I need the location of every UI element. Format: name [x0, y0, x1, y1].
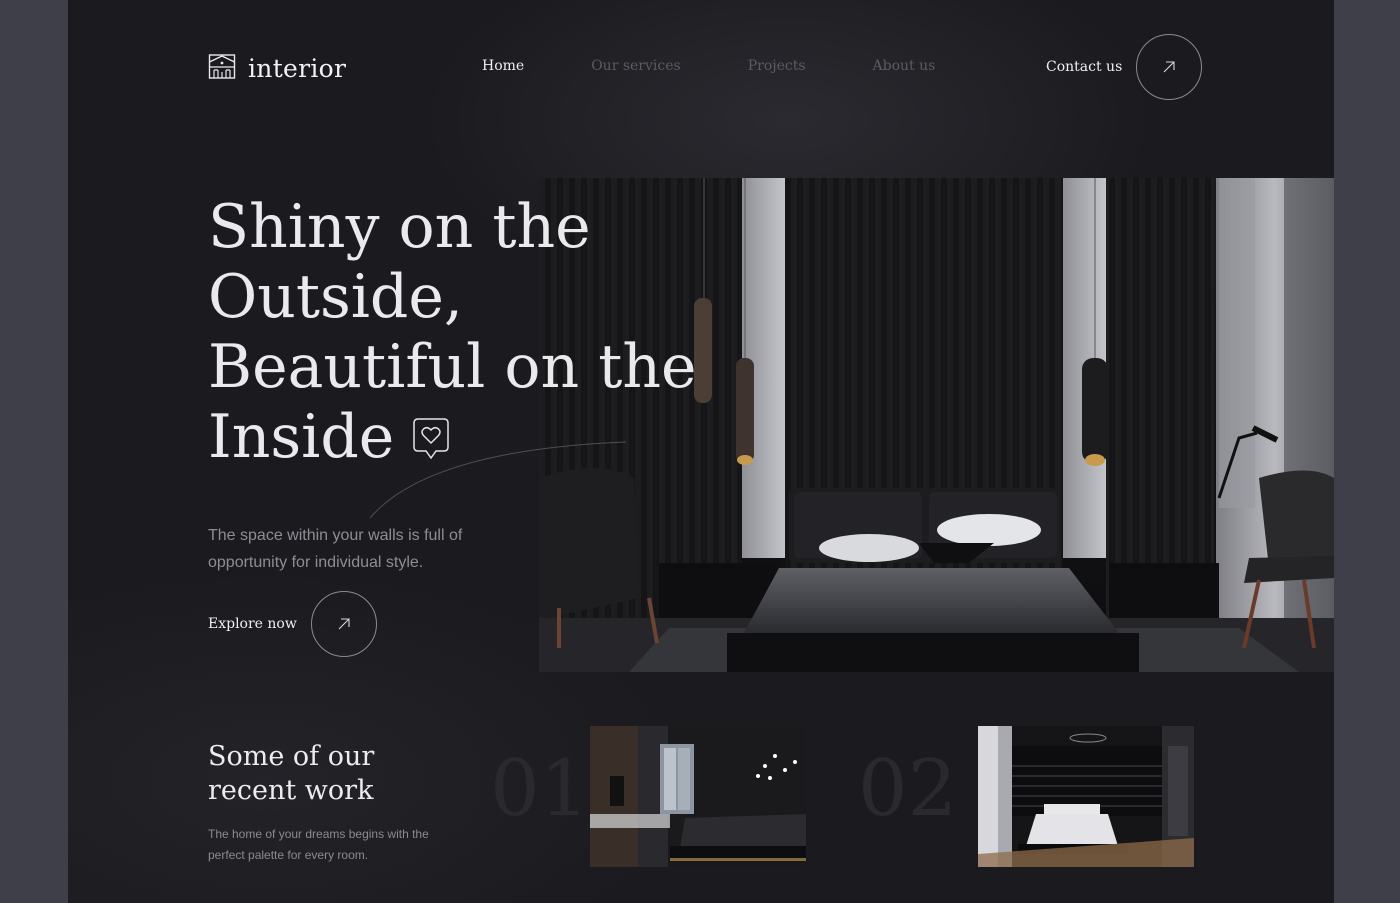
explore-circle-button[interactable]: [310, 591, 377, 657]
bedroom-black-walls-photo[interactable]: [978, 726, 1194, 867]
nav-item-home[interactable]: Home: [482, 58, 524, 74]
project-number: 01: [490, 744, 590, 834]
arrow-up-right-icon: [1163, 61, 1175, 73]
contact-button[interactable]: Contact us: [1046, 34, 1203, 100]
recent-work-title: Some of our recent work: [208, 741, 375, 806]
hero-title-line: Inside: [208, 402, 395, 472]
heart-chat-icon: [412, 406, 450, 476]
explore-label: Explore now: [208, 616, 297, 632]
brand-name: interior: [248, 54, 347, 83]
arrow-up-right-icon: [338, 618, 350, 630]
nav-item-about[interactable]: About us: [873, 58, 936, 74]
hero-subtitle: The space within your walls is full of o…: [208, 527, 463, 571]
hero-title-line: Outside,: [208, 262, 463, 332]
brand-logo[interactable]: interior: [208, 52, 346, 85]
explore-button[interactable]: Explore now: [208, 591, 377, 657]
house-logo-icon: [208, 52, 236, 85]
bedroom-window-photo[interactable]: [590, 726, 806, 867]
project-number: 02: [858, 744, 958, 834]
hero-title-line: Beautiful on the: [208, 332, 697, 402]
main-nav: Home Our services Projects About us: [482, 58, 1002, 74]
contact-circle-button[interactable]: [1136, 34, 1203, 100]
recent-work-subtitle: The home of your dreams begins with the …: [208, 827, 429, 862]
contact-label: Contact us: [1046, 59, 1123, 75]
hero-title-line-last: Inside: [208, 402, 688, 476]
hero-title: Shiny on the Outside, Beautiful on the I…: [208, 192, 697, 476]
landing-page: interior Home Our services Projects Abou…: [68, 0, 1334, 903]
nav-item-projects[interactable]: Projects: [748, 58, 806, 74]
hero-title-line: Shiny on the: [208, 192, 591, 262]
nav-item-services[interactable]: Our services: [591, 58, 681, 74]
